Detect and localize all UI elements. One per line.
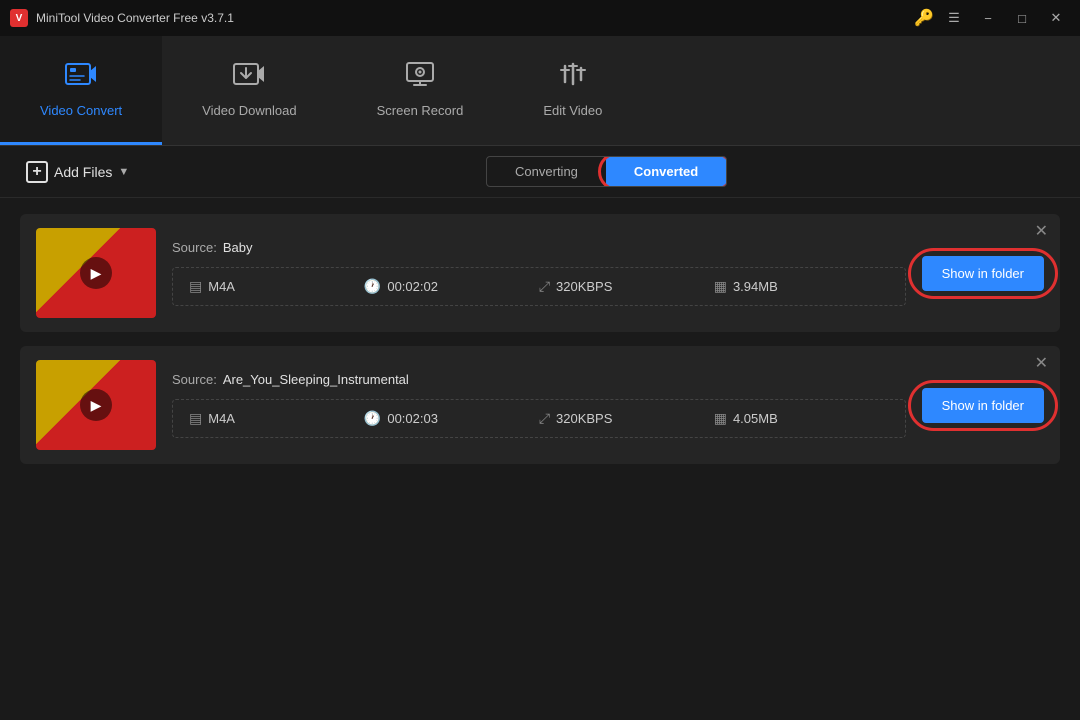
size-item-2: ▦ 4.05MB	[714, 410, 889, 427]
content-area: ▶ Source: Baby ▤ M4A 🕐 00:02:02 ⤢ 320KBP…	[0, 198, 1080, 480]
size-icon-1: ▦	[714, 278, 727, 295]
dropdown-arrow-icon: ▼	[118, 166, 129, 178]
bitrate-value-1: 320KBPS	[556, 279, 612, 294]
bitrate-value-2: 320KBPS	[556, 411, 612, 426]
toolbar: + Add Files ▼ Converting Converted	[0, 146, 1080, 198]
file-source-row-2: Source: Are_You_Sleeping_Instrumental	[172, 372, 906, 387]
close-card-button-1[interactable]: ✕	[1035, 224, 1048, 240]
video-convert-icon	[65, 60, 97, 95]
app-title: MiniTool Video Converter Free v3.7.1	[36, 11, 234, 25]
maximize-button[interactable]: □	[1008, 7, 1036, 29]
format-value-2: M4A	[208, 411, 235, 426]
close-card-button-2[interactable]: ✕	[1035, 356, 1048, 372]
close-button[interactable]: ✕	[1042, 7, 1070, 29]
file-source-row-1: Source: Baby	[172, 240, 906, 255]
add-files-icon: +	[26, 161, 48, 183]
nav-label-video-download: Video Download	[202, 103, 296, 118]
screen-record-icon	[404, 60, 436, 95]
app-logo: V	[10, 9, 28, 27]
tab-converting[interactable]: Converting	[487, 157, 606, 186]
nav-item-video-download[interactable]: Video Download	[162, 36, 336, 145]
nav-item-edit-video[interactable]: Edit Video	[503, 36, 642, 145]
size-value-1: 3.94MB	[733, 279, 778, 294]
add-files-button[interactable]: + Add Files ▼	[16, 155, 139, 189]
add-files-label: Add Files	[54, 164, 112, 180]
source-name-1: Baby	[223, 240, 253, 255]
title-bar-right: 🔑 ☰ − □ ✕	[914, 7, 1070, 29]
play-button-2[interactable]: ▶	[80, 389, 112, 421]
bitrate-item-1: ⤢ 320KBPS	[539, 278, 714, 295]
format-item-2: ▤ M4A	[189, 410, 364, 427]
video-download-icon	[233, 60, 265, 95]
nav-bar: Video Convert Video Download Screen Reco…	[0, 36, 1080, 146]
show-folder-button-2[interactable]: Show in folder	[922, 388, 1044, 423]
source-label-1: Source:	[172, 240, 217, 255]
file-card-1: ▶ Source: Baby ▤ M4A 🕐 00:02:02 ⤢ 320KBP…	[20, 214, 1060, 332]
file-details-2: ▤ M4A 🕐 00:02:03 ⤢ 320KBPS ▦ 4.05MB	[172, 399, 906, 438]
edit-video-icon	[557, 60, 589, 95]
source-label-2: Source:	[172, 372, 217, 387]
nav-label-screen-record: Screen Record	[377, 103, 464, 118]
minimize-button[interactable]: −	[974, 7, 1002, 29]
source-name-2: Are_You_Sleeping_Instrumental	[223, 372, 409, 387]
size-value-2: 4.05MB	[733, 411, 778, 426]
size-icon-2: ▦	[714, 410, 727, 427]
format-icon-2: ▤	[189, 410, 202, 427]
duration-value-1: 00:02:02	[387, 279, 438, 294]
size-item-1: ▦ 3.94MB	[714, 278, 889, 295]
file-info-1: Source: Baby ▤ M4A 🕐 00:02:02 ⤢ 320KBPS …	[172, 240, 906, 306]
nav-label-edit-video: Edit Video	[543, 103, 602, 118]
title-bar-left: V MiniTool Video Converter Free v3.7.1	[10, 9, 234, 27]
bitrate-item-2: ⤢ 320KBPS	[539, 410, 714, 427]
duration-item-2: 🕐 00:02:03	[364, 410, 539, 427]
file-details-1: ▤ M4A 🕐 00:02:02 ⤢ 320KBPS ▦ 3.94MB	[172, 267, 906, 306]
format-icon-1: ▤	[189, 278, 202, 295]
file-card-2: ▶ Source: Are_You_Sleeping_Instrumental …	[20, 346, 1060, 464]
title-bar: V MiniTool Video Converter Free v3.7.1 🔑…	[0, 0, 1080, 36]
hamburger-button[interactable]: ☰	[940, 7, 968, 29]
file-thumbnail-1: ▶	[36, 228, 156, 318]
play-button-1[interactable]: ▶	[80, 257, 112, 289]
bitrate-icon-1: ⤢	[539, 278, 550, 295]
nav-item-screen-record[interactable]: Screen Record	[337, 36, 504, 145]
tab-converted[interactable]: Converted	[606, 157, 726, 186]
nav-label-video-convert: Video Convert	[40, 103, 122, 118]
nav-item-video-convert[interactable]: Video Convert	[0, 36, 162, 145]
bitrate-icon-2: ⤢	[539, 410, 550, 427]
file-info-2: Source: Are_You_Sleeping_Instrumental ▤ …	[172, 372, 906, 438]
file-thumbnail-2: ▶	[36, 360, 156, 450]
duration-item-1: 🕐 00:02:02	[364, 278, 539, 295]
format-item-1: ▤ M4A	[189, 278, 364, 295]
format-value-1: M4A	[208, 279, 235, 294]
clock-icon-2: 🕐	[364, 410, 381, 427]
clock-icon-1: 🕐	[364, 278, 381, 295]
tab-group: Converting Converted	[486, 156, 727, 187]
show-folder-button-1[interactable]: Show in folder	[922, 256, 1044, 291]
duration-value-2: 00:02:03	[387, 411, 438, 426]
key-icon: 🔑	[914, 8, 934, 28]
